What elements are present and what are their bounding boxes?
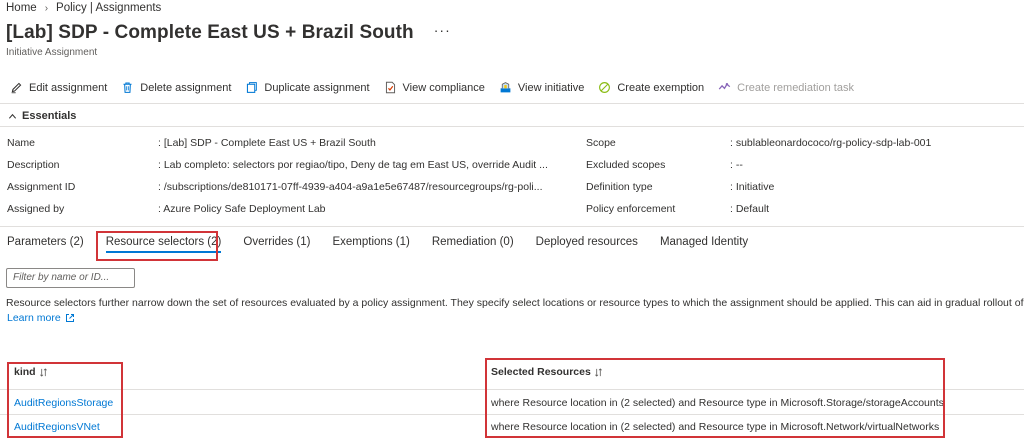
compliance-icon — [385, 81, 395, 94]
essentials-divider — [0, 126, 1024, 127]
essentials-assignment-id-label: Assignment ID — [7, 181, 76, 193]
delete-assignment-label: Delete assignment — [140, 81, 232, 94]
tab-exemptions[interactable]: Exemptions (1) — [332, 236, 409, 248]
filter-input[interactable]: Filter by name or ID... — [6, 268, 135, 288]
essentials-policy-enforcement-label: Policy enforcement — [586, 203, 676, 215]
exemption-icon — [599, 82, 611, 93]
resource-selectors-description: Resource selectors further narrow down t… — [6, 297, 1024, 309]
duplicate-assignment-label: Duplicate assignment — [264, 81, 370, 94]
essentials-excluded-scopes-label: Excluded scopes — [586, 159, 666, 171]
page-title: [Lab] SDP - Complete East US + Brazil So… — [6, 22, 414, 43]
view-compliance-label: View compliance — [402, 81, 485, 94]
view-compliance-button[interactable]: View compliance — [384, 81, 485, 94]
essentials-assigned-by-label: Assigned by — [7, 203, 65, 215]
essentials-policy-enforcement-value: : Default — [730, 203, 770, 215]
more-options-button[interactable]: ··· — [434, 22, 451, 38]
trash-icon — [123, 82, 132, 93]
pencil-icon — [11, 82, 22, 94]
title-row: [Lab] SDP - Complete East US + Brazil So… — [6, 22, 451, 44]
toolbar-divider — [0, 103, 1024, 104]
tab-parameters[interactable]: Parameters (2) — [7, 236, 84, 248]
tab-managed-identity[interactable]: Managed Identity — [660, 236, 748, 248]
page-subtitle: Initiative Assignment — [6, 47, 98, 58]
breadcrumb: Home › Policy | Assignments — [6, 2, 161, 14]
highlight-box-selected-resources-column — [485, 358, 945, 438]
learn-more-link[interactable]: Learn more — [7, 312, 75, 324]
essentials-assigned-by-value: : Azure Policy Safe Deployment Lab — [158, 203, 326, 215]
essentials-toggle[interactable]: Essentials — [8, 110, 76, 122]
essentials-name-value: : [Lab] SDP - Complete East US + Brazil … — [158, 137, 376, 149]
create-remediation-task-label: Create remediation task — [737, 81, 854, 94]
tab-deployed-resources[interactable]: Deployed resources — [536, 236, 638, 248]
essentials-description-label: Description — [7, 159, 60, 171]
view-initiative-button[interactable]: View initiative — [499, 81, 584, 94]
edit-assignment-label: Edit assignment — [29, 81, 108, 94]
essentials-heading: Essentials — [22, 110, 77, 122]
create-remediation-task-button[interactable]: Create remediation task — [718, 81, 854, 94]
edit-assignment-button[interactable]: Edit assignment — [10, 81, 107, 94]
breadcrumb-home[interactable]: Home — [6, 2, 37, 14]
delete-assignment-button[interactable]: Delete assignment — [121, 81, 231, 94]
essentials-bottom-divider — [0, 226, 1024, 227]
highlight-box-kind-column — [7, 362, 123, 438]
duplicate-icon — [247, 82, 258, 93]
external-link-icon — [65, 314, 74, 322]
essentials-definition-type-value: : Initiative — [730, 181, 775, 193]
essentials-scope-value: : sublableonardococo/rg-policy-sdp-lab-0… — [730, 137, 932, 149]
chevron-up-icon — [8, 113, 17, 119]
remediation-icon — [718, 83, 731, 90]
view-initiative-label: View initiative — [517, 81, 585, 94]
essentials-scope-label: Scope — [586, 137, 616, 149]
essentials-definition-type-label: Definition type — [586, 181, 653, 193]
command-bar: Edit assignment Delete assignment Duplic… — [10, 81, 868, 94]
essentials-description-value: : Lab completo: selectors por regiao/tip… — [158, 159, 548, 171]
breadcrumb-policy-assignments[interactable]: Policy | Assignments — [56, 2, 161, 14]
create-exemption-label: Create exemption — [617, 81, 705, 94]
highlight-box-tab — [96, 231, 218, 261]
learn-more-label: Learn more — [7, 312, 61, 324]
tab-overrides[interactable]: Overrides (1) — [243, 236, 310, 248]
breadcrumb-separator: › — [44, 2, 49, 14]
tab-remediation[interactable]: Remediation (0) — [432, 236, 514, 248]
essentials-assignment-id-value: : /subscriptions/de810171-07ff-4939-a404… — [158, 181, 543, 193]
duplicate-assignment-button[interactable]: Duplicate assignment — [245, 81, 370, 94]
essentials-excluded-scopes-value: : -- — [730, 159, 743, 171]
initiative-icon — [500, 82, 511, 93]
create-exemption-button[interactable]: Create exemption — [598, 81, 704, 94]
essentials-name-label: Name — [7, 137, 36, 149]
